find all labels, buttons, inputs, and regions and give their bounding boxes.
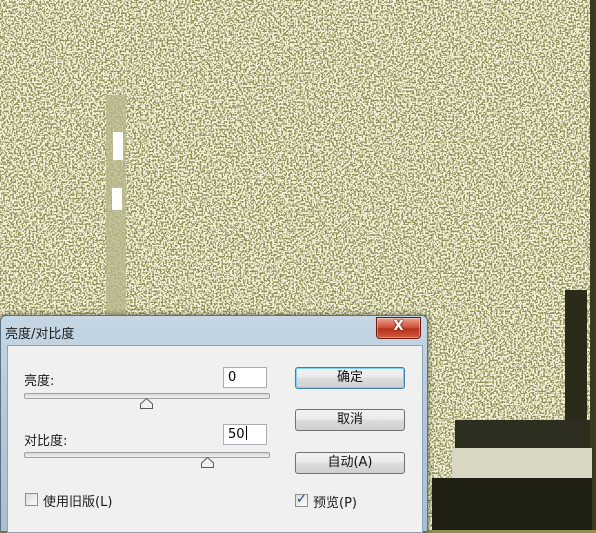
brightness-input[interactable]: 0 <box>223 367 267 388</box>
text-cursor <box>245 426 247 440</box>
dialog-titlebar[interactable]: 亮度/对比度 X <box>1 316 427 345</box>
contrast-value: 50 <box>228 427 245 442</box>
dialog-content: 亮度: 0 对比度: 50 确定 取消 自动(A) 使用旧版(L) ✓ 预览(P… <box>7 345 423 533</box>
use-legacy-checkbox[interactable] <box>25 493 38 506</box>
close-icon: X <box>393 319 404 334</box>
contrast-slider-track[interactable] <box>24 452 270 458</box>
preview-checkbox[interactable]: ✓ <box>295 492 308 507</box>
preview-label: 预览(P) <box>313 496 357 511</box>
checkmark-icon: ✓ <box>296 492 307 507</box>
brightness-slider-thumb[interactable] <box>139 398 153 409</box>
dialog-title: 亮度/对比度 <box>5 327 75 342</box>
use-legacy-label: 使用旧版(L) <box>43 495 113 510</box>
cancel-button[interactable]: 取消 <box>295 409 405 431</box>
brightness-contrast-dialog: 亮度/对比度 X 亮度: 0 对比度: 50 确定 取消 自动(A) 使用旧版(… <box>0 315 428 533</box>
auto-button[interactable]: 自动(A) <box>295 452 405 474</box>
contrast-slider-thumb[interactable] <box>200 457 214 468</box>
contrast-input[interactable]: 50 <box>223 424 267 445</box>
brightness-label: 亮度: <box>24 374 55 389</box>
contrast-label: 对比度: <box>24 434 68 449</box>
close-button[interactable]: X <box>376 317 421 339</box>
ok-button[interactable]: 确定 <box>295 367 405 389</box>
